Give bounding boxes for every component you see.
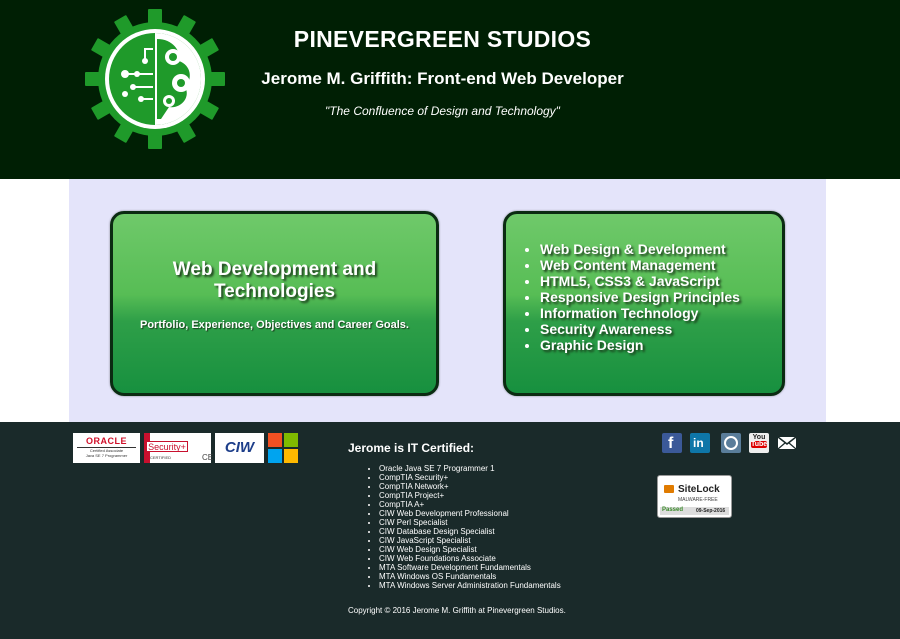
- oracle-certified-badge[interactable]: ORACLE Certified Associate Java SE 7 Pro…: [73, 433, 140, 463]
- certifications-heading: Jerome is IT Certified:: [348, 441, 475, 455]
- cert-item: CompTIA A+: [379, 500, 561, 509]
- cert-item: CompTIA Project+: [379, 491, 561, 500]
- oracle-logo-text: ORACLE: [86, 436, 127, 446]
- youtube-tube-text: Tube: [751, 441, 768, 448]
- linkedin-glyph: in: [693, 436, 704, 450]
- web-development-panel[interactable]: Web Development and Technologies Portfol…: [110, 211, 439, 396]
- site-header: PINEVERGREEN STUDIOS Jerome M. Griffith:…: [0, 0, 900, 179]
- panel-title-line1: Web Development and: [172, 259, 377, 280]
- youtube-icon[interactable]: You Tube: [749, 433, 769, 453]
- site-footer: ORACLE Certified Associate Java SE 7 Pro…: [0, 422, 900, 639]
- cert-item: MTA Software Development Fundamentals: [379, 563, 561, 572]
- ciw-badge[interactable]: CIW: [215, 433, 264, 463]
- comptia-security-badge[interactable]: Security+ CERTIFIED CE: [144, 433, 214, 463]
- sitelock-passed: Passed: [662, 507, 684, 513]
- panel-title-line2: Technologies: [213, 281, 336, 302]
- oracle-badge-sub2: Java SE 7 Programmer: [85, 453, 128, 458]
- cert-item: MTA Windows Server Administration Fundam…: [379, 581, 561, 590]
- sitelock-date: 09-Sep-2016: [696, 508, 726, 514]
- cert-item: CIW Web Development Professional: [379, 509, 561, 518]
- ciw-logo-text: CIW: [224, 439, 255, 456]
- microsoft-logo-icon[interactable]: [268, 433, 298, 463]
- cert-item: CIW Database Design Specialist: [379, 527, 561, 536]
- wordpress-icon[interactable]: [721, 433, 741, 453]
- email-icon[interactable]: [777, 433, 797, 453]
- sitelock-badge[interactable]: SiteLock MALWARE-FREE Passed 09-Sep-2016: [657, 475, 732, 518]
- cert-item: MTA Windows OS Fundamentals: [379, 572, 561, 581]
- copyright-text: Copyright © 2016 Jerome M. Griffith at P…: [348, 606, 566, 615]
- sitelock-name: SiteLock: [678, 484, 720, 495]
- sitelock-status: MALWARE-FREE: [678, 497, 718, 503]
- skills-panel[interactable]: Web Design & Development Web Content Man…: [503, 211, 785, 396]
- cert-item: CIW Web Foundations Associate: [379, 554, 561, 563]
- panel-title: Web Development and Technologies: [113, 259, 436, 303]
- panel-description: Portfolio, Experience, Objectives and Ca…: [140, 319, 409, 331]
- youtube-you-text: You: [752, 434, 766, 441]
- site-subtitle: Jerome M. Griffith: Front-end Web Develo…: [261, 69, 624, 88]
- skill-item: Graphic Design: [540, 337, 740, 353]
- linkedin-icon[interactable]: in: [690, 433, 710, 453]
- skill-item: Web Design & Development: [540, 241, 740, 257]
- security-certified-text: CERTIFIED: [150, 455, 172, 460]
- cert-item: CIW JavaScript Specialist: [379, 536, 561, 545]
- cert-item: CIW Web Design Specialist: [379, 545, 561, 554]
- skill-item: Information Technology: [540, 305, 740, 321]
- main-content: Web Development and Technologies Portfol…: [69, 179, 826, 422]
- cert-item: CompTIA Security+: [379, 473, 561, 482]
- cert-item: CompTIA Network+: [379, 482, 561, 491]
- facebook-glyph: f: [668, 435, 674, 452]
- skills-list: Web Design & Development Web Content Man…: [540, 241, 740, 353]
- skill-item: Security Awareness: [540, 321, 740, 337]
- site-title: PINEVERGREEN STUDIOS: [293, 26, 592, 52]
- skill-item: Web Content Management: [540, 257, 740, 273]
- lock-icon: [664, 485, 674, 493]
- skill-item: HTML5, CSS3 & JavaScript: [540, 273, 740, 289]
- certifications-list: Oracle Java SE 7 Programmer 1 CompTIA Se…: [379, 464, 561, 590]
- cert-item: CIW Perl Specialist: [379, 518, 561, 527]
- skill-item: Responsive Design Principles: [540, 289, 740, 305]
- site-tagline: "The Confluence of Design and Technology…: [325, 104, 560, 118]
- security-ce-text: CE: [202, 453, 214, 462]
- cert-item: Oracle Java SE 7 Programmer 1: [379, 464, 561, 473]
- facebook-icon[interactable]: f: [662, 433, 682, 453]
- security-plus-text: Security+: [146, 441, 188, 452]
